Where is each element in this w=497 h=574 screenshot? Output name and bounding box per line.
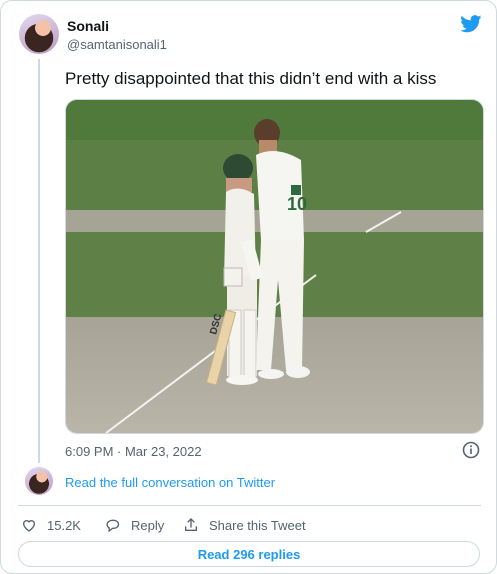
author-handle[interactable]: @samtanisonali1: [67, 37, 167, 52]
share-icon: [185, 518, 197, 531]
author-display-name[interactable]: Sonali: [67, 18, 109, 34]
heart-icon: [22, 520, 36, 532]
tweet-card: Sonali @samtanisonali1 Pretty disappoint…: [0, 0, 497, 574]
like-count: 15.2K: [47, 517, 81, 533]
tweet-timestamp[interactable]: 6:09 PM · Mar 23, 2022: [65, 444, 202, 459]
like-action[interactable]: 15.2K: [21, 515, 81, 535]
share-action[interactable]: Share this Tweet: [183, 515, 306, 535]
read-replies-button[interactable]: Read 296 replies: [18, 541, 480, 567]
jersey-number: 10: [287, 194, 307, 214]
thread-connector-line: [38, 59, 40, 463]
cricket-photo-illustration: DSC 10: [66, 100, 483, 433]
divider: [18, 505, 481, 506]
read-conversation-link[interactable]: Read the full conversation on Twitter: [65, 475, 275, 490]
conversation-avatar[interactable]: [25, 467, 53, 495]
tweet-photo[interactable]: DSC 10: [65, 99, 484, 434]
reply-icon: [106, 519, 120, 533]
reply-action[interactable]: Reply: [104, 515, 164, 535]
tweet-text: Pretty disappointed that this didn’t end…: [65, 69, 437, 88]
author-avatar[interactable]: [19, 14, 59, 54]
twitter-bird-icon[interactable]: [460, 15, 482, 33]
reply-label: Reply: [131, 517, 165, 533]
share-label: Share this Tweet: [209, 517, 306, 533]
info-icon[interactable]: [462, 441, 480, 459]
